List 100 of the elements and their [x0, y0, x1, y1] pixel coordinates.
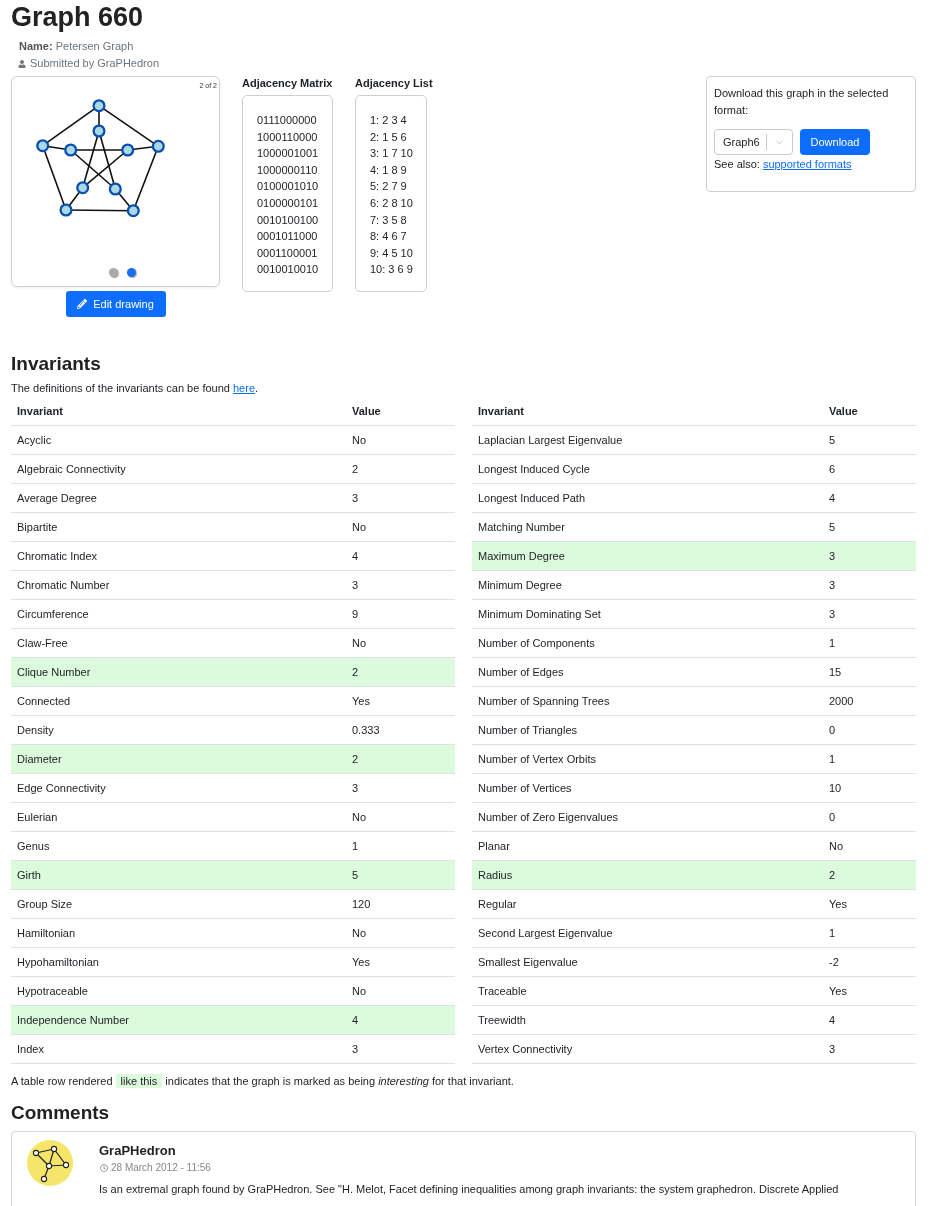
invariant-value: 2000: [829, 694, 854, 707]
invariant-name: Longest Induced Path: [478, 491, 586, 504]
download-button[interactable]: Download: [800, 129, 870, 155]
invariants-heading: Invariants: [11, 352, 101, 376]
invariant-name: Maximum Degree: [478, 549, 565, 562]
invariant-value: 3: [829, 607, 836, 620]
invariant-name: Minimum Degree: [478, 578, 562, 591]
invariant-name: Diameter: [17, 752, 62, 765]
invariant-value: 4: [829, 1013, 836, 1026]
invariant-name: Chromatic Index: [17, 549, 98, 562]
adjacency-matrix-heading: Adjacency Matrix: [242, 76, 333, 90]
invariant-value: 5: [352, 868, 359, 881]
invariant-value: No: [352, 636, 367, 649]
invariant-value: 0: [829, 723, 836, 736]
invariant-name: Clique Number: [17, 665, 91, 678]
invariant-name: Number of Edges: [478, 665, 564, 678]
invariant-name: Hypotraceable: [17, 984, 88, 997]
invariant-value: 2: [829, 868, 836, 881]
invariant-name: Traceable: [478, 984, 527, 997]
graph-vertex: [64, 143, 78, 157]
invariant-name: Hamiltonian: [17, 926, 76, 939]
submitted-by: Submitted by GraPHedron: [30, 56, 159, 71]
adjacency-list-box: 1: 2 3 4 2: 1 5 6 3: 1 7 10 4: 1 8 9 5: 2 7 9 6: 2 8 10 7: 3 5 8 8: 4 6 7 9: 4 5 10 10: 3 6 9: [355, 95, 427, 292]
invariant-value: No: [352, 433, 367, 446]
invariant-value: 3: [352, 781, 359, 794]
edit-drawing-button[interactable]: Edit drawing: [65, 291, 166, 317]
invariant-value: 3: [352, 491, 359, 504]
column-header: Invariant: [17, 405, 63, 418]
invariant-value: Yes: [829, 897, 847, 910]
graph-name: Name: Petersen Graph: [19, 39, 134, 54]
comments-heading: Comments: [11, 1101, 110, 1125]
invariant-name: Hypohamiltonian: [17, 955, 99, 968]
comment-date: 28 March 2012 - 11:56: [111, 1161, 211, 1175]
invariant-value: 9: [352, 607, 359, 620]
invariant-name: Number of Vertices: [478, 781, 572, 794]
invariant-name: Index: [17, 1042, 44, 1055]
column-header: Invariant: [478, 405, 524, 418]
invariant-name: Algebraic Connectivity: [17, 462, 126, 475]
graph-vertex: [121, 143, 135, 157]
invariant-name: Connected: [17, 694, 71, 707]
column-header: Value: [829, 405, 858, 418]
invariant-value: 0.333: [352, 723, 380, 736]
invariant-value: 2: [352, 665, 359, 678]
invariant-name: Edge Connectivity: [17, 781, 106, 794]
invariant-name: Number of Components: [478, 636, 595, 649]
invariant-name: Independence Number: [17, 1013, 129, 1026]
graph-vertex: [151, 139, 165, 153]
user-icon: [18, 59, 26, 68]
invariant-value: No: [352, 810, 367, 823]
invariant-value: 4: [829, 491, 836, 504]
invariant-name: Number of Vertex Orbits: [478, 752, 596, 765]
pencil-icon: [77, 299, 88, 309]
invariant-name: Density: [17, 723, 54, 736]
definitions-link[interactable]: here: [233, 382, 255, 394]
format-select[interactable]: Graph6: [714, 129, 793, 155]
invariant-name: Longest Induced Cycle: [478, 462, 590, 475]
invariant-name: Bipartite: [17, 520, 58, 533]
download-description: Download this graph in the selected format:: [714, 86, 890, 118]
graph-vertex: [92, 99, 106, 113]
invariant-name: Planar: [478, 839, 510, 852]
invariant-name: Minimum Dominating Set: [478, 607, 601, 620]
invariant-value: 3: [829, 578, 836, 591]
graph-vertex: [108, 182, 122, 196]
invariants-intro: The definitions of the invariants can be found here.: [11, 381, 259, 396]
invariant-value: No: [352, 984, 367, 997]
invariant-value: 2: [352, 462, 359, 475]
invariant-value: -2: [829, 955, 839, 968]
invariant-value: 5: [829, 433, 836, 446]
invariant-value: 1: [829, 636, 836, 649]
invariant-value: Yes: [352, 955, 370, 968]
comment-author: GraPHedron: [99, 1143, 176, 1159]
invariant-name: Second Largest Eigenvalue: [478, 926, 613, 939]
invariant-value: 2: [352, 752, 359, 765]
invariant-name: Number of Spanning Trees: [478, 694, 610, 707]
see-also-label: See also:: [714, 157, 760, 172]
invariant-value: 3: [352, 1042, 359, 1055]
graph-avatar-icon: [27, 1140, 73, 1186]
graph-vertex: [92, 124, 106, 138]
invariant-value: 120: [352, 897, 371, 910]
supported-formats-link[interactable]: supported formats: [762, 156, 852, 173]
invariant-value: 3: [829, 549, 836, 562]
invariant-value: 6: [829, 462, 836, 475]
highlight-footnote: A table row rendered like this indicates that the graph is marked as being interesting for that invariant.: [11, 1073, 514, 1090]
invariant-value: 3: [829, 1042, 836, 1055]
invariant-name: Matching Number: [478, 520, 565, 533]
invariant-value: 1: [352, 839, 359, 852]
invariant-name: Group Size: [17, 897, 73, 910]
invariant-value: 3: [352, 578, 359, 591]
invariant-name: Eulerian: [17, 810, 58, 823]
invariant-name: Radius: [478, 868, 513, 881]
invariant-value: No: [829, 839, 844, 852]
invariant-name: Treewidth: [478, 1013, 526, 1026]
invariant-name: Number of Triangles: [478, 723, 578, 736]
adjacency-matrix-box: 0111000000 1000110000 1000001001 1000000110 0100001010 0100000101 0010100100 0001011000 0001100001 0010010010: [242, 95, 333, 292]
invariant-value: 15: [829, 665, 842, 678]
invariant-value: 1: [829, 752, 836, 765]
invariant-name: Genus: [17, 839, 50, 852]
adjacency-list-heading: Adjacency List: [355, 76, 433, 90]
invariant-value: No: [352, 926, 367, 939]
invariant-value: 4: [352, 1013, 359, 1026]
